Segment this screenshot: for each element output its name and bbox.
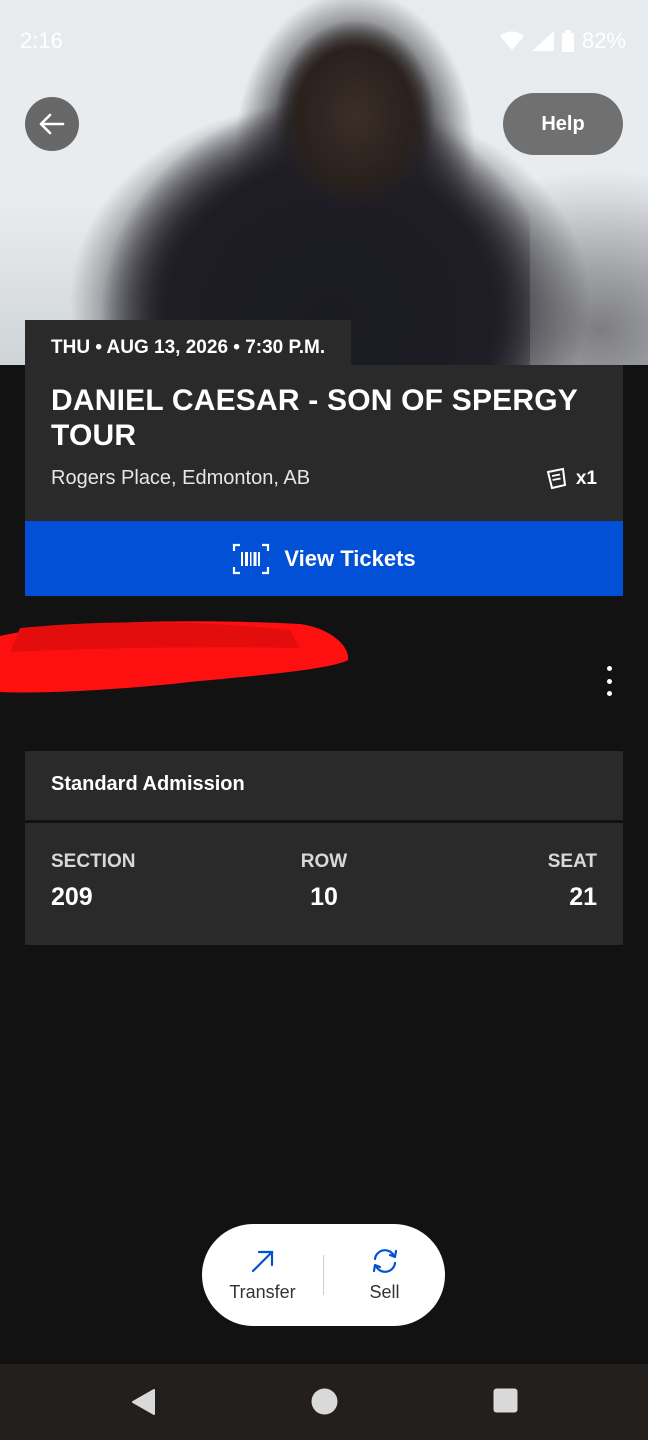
transfer-button[interactable]: Transfer <box>202 1248 323 1303</box>
transfer-label: Transfer <box>229 1281 296 1302</box>
transfer-arrow-icon <box>251 1250 273 1272</box>
sell-button[interactable]: Sell <box>324 1248 445 1303</box>
ticket-count: x1 <box>544 467 597 491</box>
status-icons: 82% <box>499 28 626 54</box>
seat-column: SEAT 21 <box>548 851 597 912</box>
help-button[interactable]: Help <box>503 93 623 155</box>
more-options-button[interactable] <box>598 666 620 696</box>
system-nav-bar <box>0 1364 648 1440</box>
nav-recents-icon[interactable] <box>493 1388 518 1413</box>
wifi-icon <box>499 31 524 50</box>
event-title: DANIEL CAESAR - SON OF SPERGY TOUR <box>51 384 578 452</box>
row-column: ROW 10 <box>25 851 623 912</box>
sell-label: Sell <box>369 1281 400 1302</box>
signal-icon <box>531 31 554 51</box>
row-value: 10 <box>310 883 338 911</box>
event-venue: Rogers Place, Edmonton, AB <box>51 467 311 489</box>
redacted-area <box>0 621 349 693</box>
admission-type: Standard Admission <box>51 773 245 795</box>
back-button[interactable] <box>25 97 79 151</box>
view-tickets-label: View Tickets <box>284 545 416 571</box>
status-bar: 2:16 82% <box>0 0 648 80</box>
barcode-icon <box>233 543 270 574</box>
seat-value: 21 <box>569 883 597 911</box>
nav-back-icon[interactable] <box>130 1388 156 1416</box>
event-card: DANIEL CAESAR - SON OF SPERGY TOUR Roger… <box>25 365 623 521</box>
event-date: THU • AUG 13, 2026 • 7:30 P.M. <box>25 320 352 365</box>
row-label: ROW <box>300 851 348 872</box>
status-time: 2:16 <box>20 28 63 53</box>
more-vertical-icon <box>606 666 612 671</box>
ticket-count-label: x1 <box>575 468 597 489</box>
battery-icon <box>561 30 574 52</box>
seat-label: SEAT <box>547 851 597 872</box>
admission-type-header: Standard Admission <box>25 751 623 820</box>
sell-refresh-icon <box>372 1248 397 1273</box>
view-tickets-button[interactable]: View Tickets <box>25 521 623 596</box>
seat-details: SECTION 209 ROW 10 SEAT 21 <box>25 823 623 945</box>
nav-home-icon[interactable] <box>311 1388 338 1415</box>
ticket-actions: Transfer Sell <box>202 1224 445 1326</box>
back-arrow-icon <box>39 113 65 135</box>
battery-percent: 82% <box>581 28 626 53</box>
ticket-icon <box>546 467 566 490</box>
